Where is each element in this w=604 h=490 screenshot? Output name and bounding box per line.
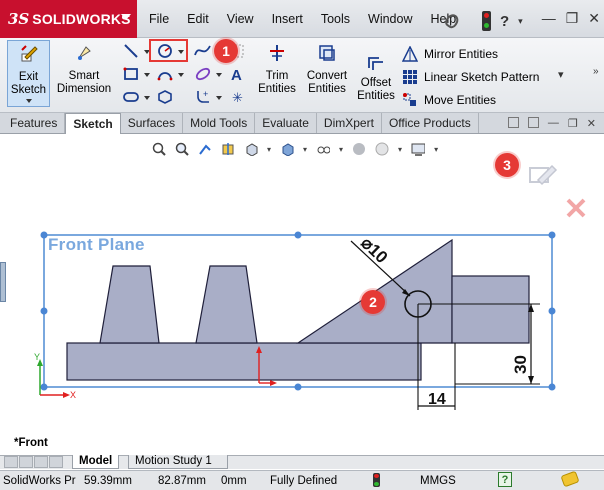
prev-tab-arrow-icon[interactable] [19, 456, 33, 468]
status-help-icon[interactable]: ? [498, 472, 512, 487]
triad-x-arrow-icon [63, 392, 70, 398]
plane-handle-top-left[interactable] [40, 231, 48, 239]
base-rectangle[interactable] [66, 342, 422, 381]
vertical-dimension[interactable]: 30 [511, 355, 530, 374]
sketch-profile[interactable] [66, 238, 530, 381]
status-y-coordinate: 82.87mm [158, 475, 206, 487]
tab-model[interactable]: Model [72, 455, 120, 469]
plane-handle-left-mid[interactable] [40, 307, 48, 315]
plane-handle-right-mid[interactable] [548, 307, 556, 315]
status-bar: SolidWorks Pr 59.39mm 82.87mm 0mm Fully … [0, 470, 604, 490]
plane-handle-bottom-left[interactable] [40, 383, 48, 391]
status-z-coordinate: 0mm [221, 475, 247, 487]
first-tab-arrow-icon[interactable] [4, 456, 18, 468]
view-orientation-label: *Front [14, 437, 48, 449]
plane-handle-bottom-right[interactable] [548, 383, 556, 391]
tab-motion-study[interactable]: Motion Study 1 [128, 455, 228, 469]
plane-handle-top-right[interactable] [548, 231, 556, 239]
plane-handle-bottom-mid[interactable] [294, 383, 302, 391]
origin-x-arrow-icon [270, 380, 277, 386]
last-tab-arrow-icon[interactable] [49, 456, 63, 468]
status-x-coordinate: 59.39mm [84, 475, 132, 487]
trapezoid-right[interactable] [195, 265, 258, 344]
vertical-dim-arrow-bottom-icon [528, 376, 534, 384]
plane-handle-top-mid[interactable] [294, 231, 302, 239]
right-block[interactable] [451, 275, 530, 344]
plane-label: Front Plane [48, 235, 145, 254]
next-tab-arrow-icon[interactable] [34, 456, 48, 468]
status-rebuild-icon[interactable] [373, 473, 380, 487]
tab-navigation-arrows [4, 456, 63, 468]
status-sketch-state: Fully Defined [270, 475, 338, 487]
triad-x-label: X [70, 390, 76, 400]
step-badge-2: 2 [361, 290, 385, 314]
diameter-dimension[interactable]: ⌀10 [357, 233, 391, 267]
status-app-name: SolidWorks Pr [3, 475, 76, 487]
triad-y-label: Y [34, 352, 40, 362]
status-unit-system[interactable]: MMGS [420, 475, 456, 487]
trapezoid-left[interactable] [99, 265, 160, 344]
horizontal-dimension[interactable]: 14 [428, 391, 446, 408]
